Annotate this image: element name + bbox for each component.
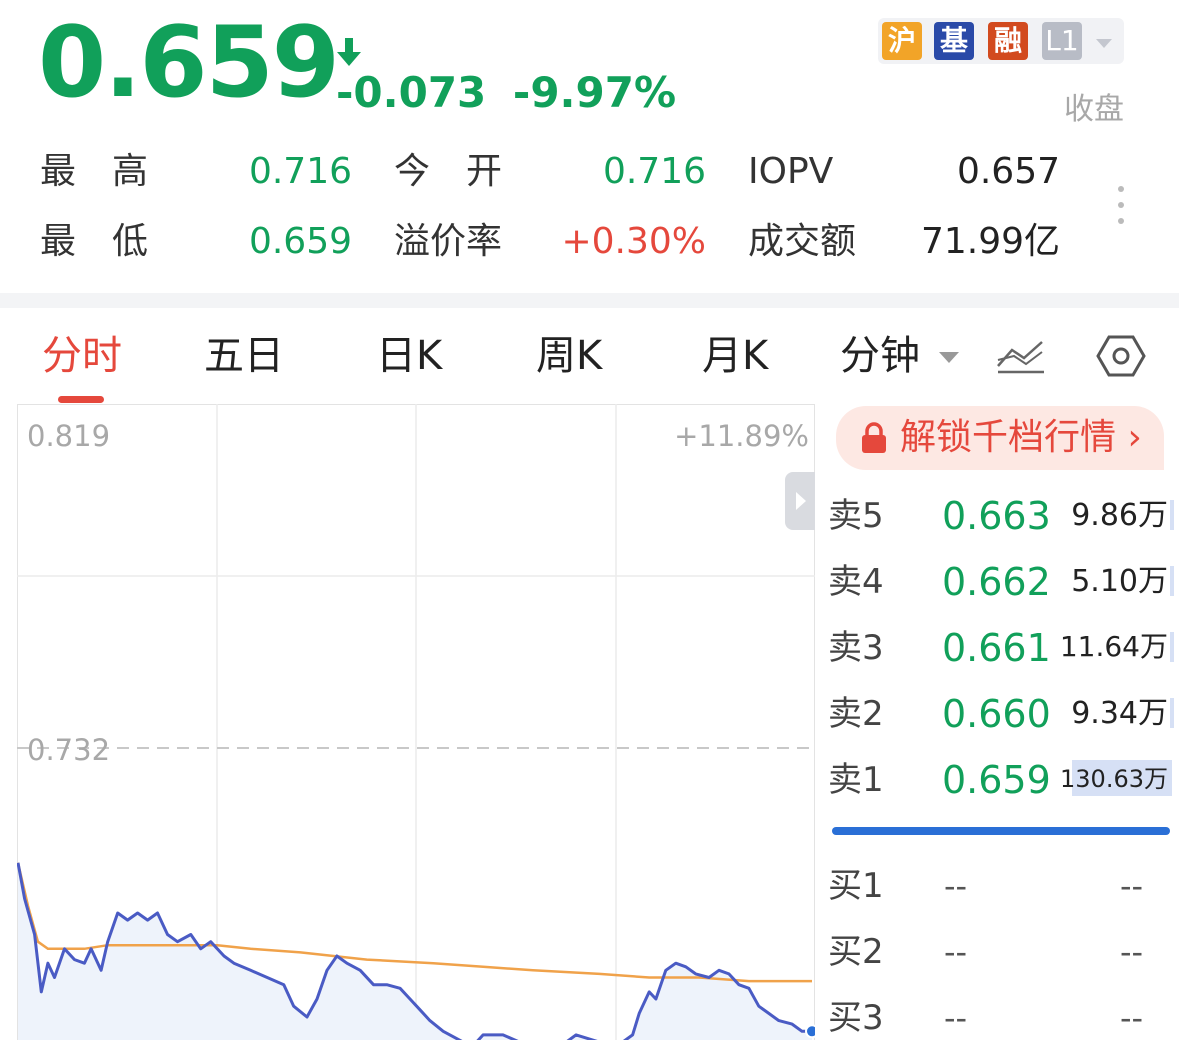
bid-volume: --	[1120, 867, 1144, 905]
tab-weekly-k[interactable]: 周K	[536, 336, 602, 376]
bid-volume: --	[1120, 933, 1144, 971]
ask-price: 0.660	[942, 692, 1051, 736]
open-label: 今 开	[394, 151, 503, 192]
fund-badge: 基	[934, 22, 974, 60]
unlock-depth-label: 解锁千档行情 ›	[900, 417, 1142, 458]
ask-volume: 5.10万	[1071, 564, 1168, 599]
iopv-label: IOPV	[748, 151, 834, 192]
intraday-chart[interactable]: 0.819 +11.89% 0.732	[16, 404, 819, 1044]
more-vertical-icon[interactable]	[1118, 186, 1126, 234]
ask-label: 卖3	[828, 628, 884, 668]
last-price-dot	[805, 1024, 819, 1039]
volume-bar	[1170, 698, 1174, 728]
ask-volume: 9.34万	[1071, 696, 1168, 731]
collapse-orderbook-button[interactable]	[785, 472, 815, 530]
hexagon-settings-icon[interactable]	[1096, 334, 1146, 382]
open-value: 0.716	[602, 151, 706, 192]
section-divider	[0, 293, 1179, 308]
ask-label: 卖2	[828, 694, 884, 734]
ask-price: 0.659	[942, 758, 1051, 802]
bid-label: 买2	[828, 932, 884, 972]
ask-price: 0.662	[942, 560, 1051, 604]
bid-price: --	[944, 867, 968, 905]
price-change: -0.073 -9.97%	[336, 72, 676, 114]
ask-volume: 130.63万	[1060, 765, 1168, 793]
tab-minute-label: 分钟	[840, 333, 920, 379]
tab-daily-k[interactable]: 日K	[376, 336, 442, 376]
change-percent: -9.97%	[512, 68, 677, 117]
tab-monthly-k[interactable]: 月K	[702, 336, 768, 376]
low-value: 0.659	[248, 221, 352, 262]
high-label: 最 高	[40, 151, 149, 192]
change-amount: -0.073	[336, 68, 487, 117]
volume-bar	[1170, 500, 1174, 530]
bid-volume: --	[1120, 999, 1144, 1037]
current-price: 0.659	[38, 6, 340, 120]
ask-label: 卖1	[828, 760, 884, 800]
chart-canvas	[16, 404, 819, 1044]
turnover-label: 成交额	[748, 221, 857, 262]
tab-minute[interactable]: 分钟	[840, 336, 959, 376]
ask-label: 卖5	[828, 496, 884, 536]
y-axis-top-label: 0.819	[27, 419, 111, 453]
bid-price: --	[944, 999, 968, 1037]
bid-label: 买1	[828, 866, 884, 906]
bid-price: --	[944, 933, 968, 971]
volume-bar	[1170, 566, 1174, 596]
lock-icon	[860, 422, 888, 458]
ask-volume: 11.64万	[1059, 630, 1168, 663]
margin-badge: 融	[988, 22, 1028, 60]
low-label: 最 低	[40, 221, 149, 262]
caret-down-icon	[938, 352, 959, 363]
market-badges: 沪 基 融 L1	[878, 18, 1124, 64]
iopv-value: 0.657	[956, 151, 1060, 192]
volume-bar	[1170, 632, 1174, 662]
bid-label: 买3	[828, 998, 884, 1038]
chevron-down-icon[interactable]	[1096, 34, 1112, 53]
premium-label: 溢价率	[394, 221, 503, 262]
buy-sell-ratio-bar	[832, 827, 1170, 835]
y-axis-prev-close-label: 0.732	[27, 733, 111, 767]
active-tab-indicator	[58, 396, 104, 403]
level1-badge[interactable]: L1	[1042, 22, 1082, 60]
market-status: 收盘	[1064, 92, 1124, 127]
tab-intraday[interactable]: 分时	[42, 336, 122, 376]
chart-lines-icon[interactable]	[996, 336, 1046, 380]
ask-label: 卖4	[828, 562, 884, 602]
tab-five-day[interactable]: 五日	[204, 336, 284, 376]
high-value: 0.716	[248, 151, 352, 192]
ask-volume: 9.86万	[1071, 498, 1168, 533]
turnover-value: 71.99亿	[920, 221, 1060, 262]
sh-market-badge: 沪	[882, 22, 922, 60]
ask-price: 0.661	[942, 626, 1051, 670]
ask-price: 0.663	[942, 494, 1051, 538]
y-axis-top-pct-label: +11.89%	[674, 419, 809, 453]
premium-value: +0.30%	[561, 221, 706, 262]
